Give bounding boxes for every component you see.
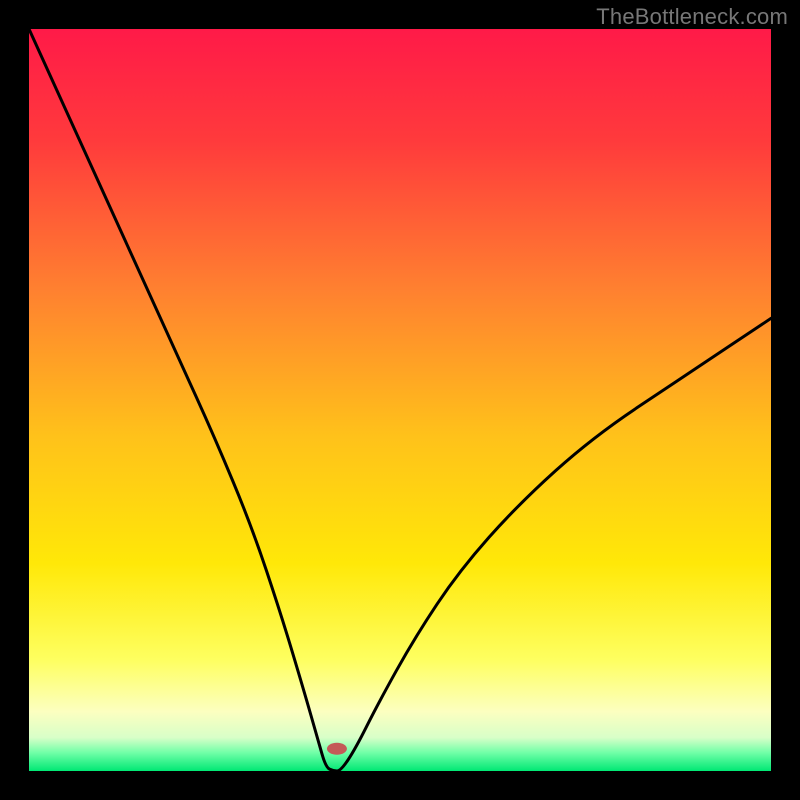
optimal-marker-icon <box>327 743 347 755</box>
plot-area <box>29 29 771 771</box>
chart-svg <box>29 29 771 771</box>
watermark-text: TheBottleneck.com <box>596 4 788 30</box>
chart-frame: TheBottleneck.com <box>0 0 800 800</box>
gradient-background <box>29 29 771 771</box>
